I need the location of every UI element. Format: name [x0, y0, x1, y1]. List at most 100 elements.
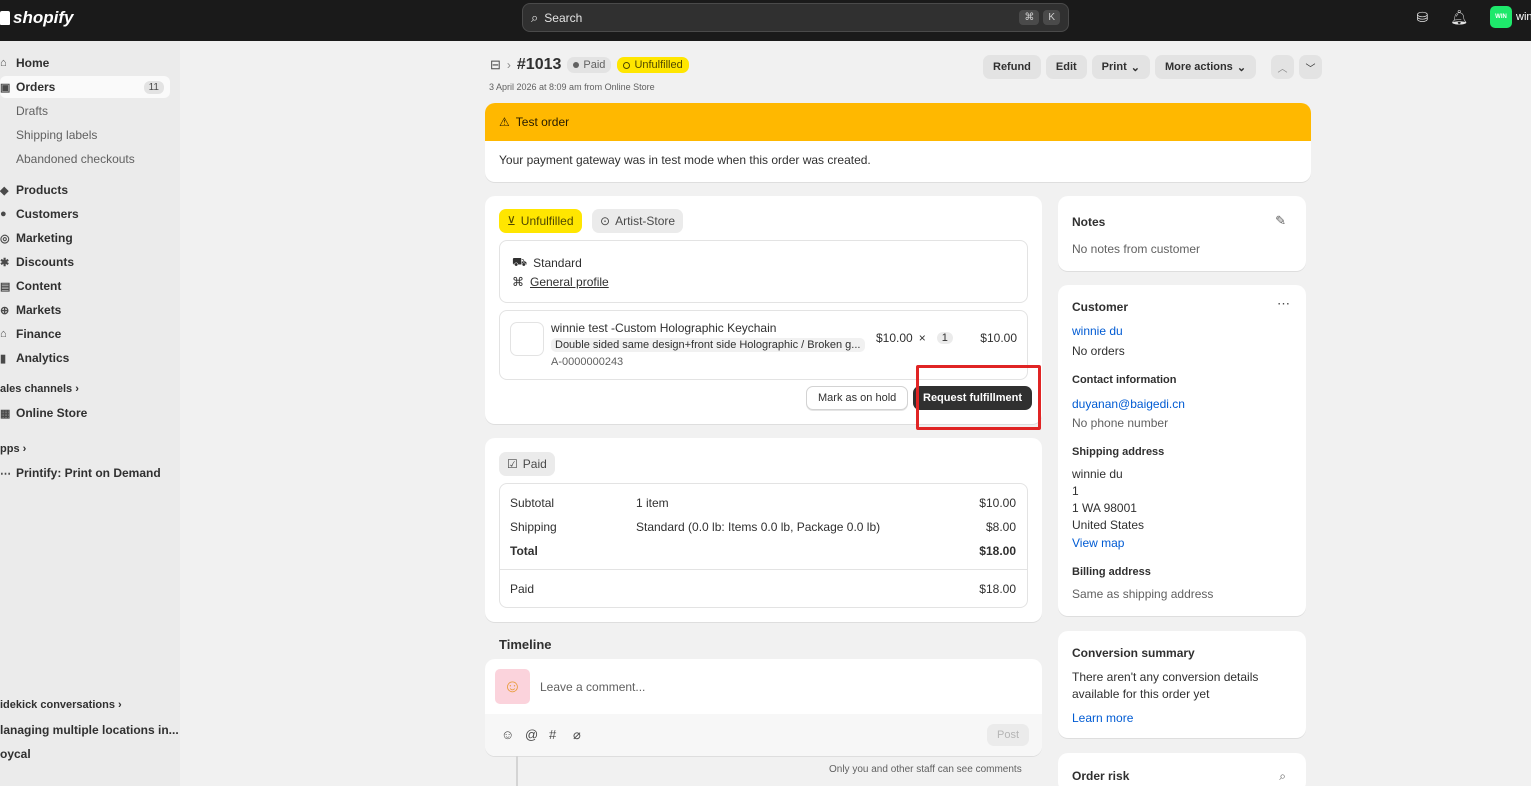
sidebar-item-markets[interactable]: ⊕ Markets	[0, 299, 170, 321]
general-profile-link[interactable]: General profile	[530, 275, 609, 289]
test-order-message: Your payment gateway was in test mode wh…	[499, 153, 871, 167]
shipping-value: $8.00	[985, 520, 1016, 534]
order-risk-card: Order risk ⌕	[1058, 753, 1306, 786]
post-button[interactable]: Post	[987, 724, 1030, 746]
sidebar-item-drafts[interactable]: Drafts	[0, 100, 170, 122]
sidekick-conversation-1[interactable]: lanaging multiple locations in...	[0, 723, 179, 737]
shipping-desc: Standard (0.0 lb: Items 0.0 lb, Package …	[636, 520, 881, 534]
sidebar-item-customers[interactable]: ● Customers	[0, 203, 170, 225]
risk-analysis-icon[interactable]: ⌕	[1279, 769, 1286, 784]
shopify-logo[interactable]: shopify	[0, 8, 73, 28]
sidekick-icon[interactable]: ⛁	[1416, 9, 1428, 26]
shipping-method-box: ⛟ Standard ⌘ General profile	[499, 240, 1028, 303]
more-actions-button[interactable]: More actions ⌄	[1154, 55, 1257, 79]
chevron-up-icon: ︿	[1277, 63, 1288, 75]
location-label: Artist-Store	[615, 214, 676, 228]
orders-icon: ▣	[0, 81, 11, 94]
chevron-down-icon: ⌄	[1130, 61, 1140, 74]
shipping-address-title: Shipping address	[1072, 446, 1165, 458]
timeline-line	[516, 756, 518, 786]
sidebar-item-finance[interactable]: ⌂ Finance	[0, 323, 170, 345]
shipping-profile-row: ⌘ General profile	[512, 275, 609, 289]
customer-name-link[interactable]: winnie du	[1072, 324, 1123, 338]
sidebar-item-label: Drafts	[16, 104, 49, 118]
timeline-title: Timeline	[499, 637, 552, 652]
test-order-title: Test order	[515, 115, 570, 129]
sidekick-conversation-2[interactable]: oycal	[0, 747, 31, 761]
emoji-icon[interactable]: ☺	[501, 727, 514, 742]
total-label: Total	[510, 544, 538, 558]
sidebar-item-label: Online Store	[16, 406, 88, 420]
tag-icon: ⌘	[512, 275, 524, 289]
sidebar-item-label: Printify: Print on Demand	[16, 466, 161, 480]
edit-pencil-icon[interactable]: ✎	[1275, 213, 1286, 229]
print-label: Print	[1101, 61, 1127, 73]
sidebar-item-printify[interactable]: ⋯ Printify: Print on Demand	[0, 462, 170, 484]
print-button[interactable]: Print ⌄	[1091, 55, 1150, 79]
unit-price: $10.00	[876, 331, 913, 345]
mention-icon[interactable]: @	[525, 727, 538, 742]
refund-button[interactable]: Refund	[983, 55, 1041, 79]
sidebar-item-discounts[interactable]: ✱ Discounts	[0, 251, 170, 273]
bank-icon: ⌂	[0, 328, 7, 340]
sidebar-item-label: Discounts	[16, 255, 75, 269]
notes-title: Notes	[1072, 215, 1106, 229]
sidekick-heading[interactable]: idekick conversations ›	[0, 699, 122, 711]
sidebar-item-label: Orders	[16, 80, 56, 94]
learn-more-link[interactable]: Learn more	[1072, 711, 1133, 725]
sidebar-item-content[interactable]: ▤ Content	[0, 275, 170, 297]
view-map-link[interactable]: View map	[1072, 536, 1124, 550]
avatar: WIN	[1490, 6, 1512, 28]
sidebar-item-abandoned-checkouts[interactable]: Abandoned checkouts	[0, 148, 170, 170]
sidebar-item-online-store[interactable]: ▦ Online Store	[0, 402, 170, 424]
customer-orders: No orders	[1072, 344, 1125, 358]
notes-text: No notes from customer	[1072, 242, 1201, 256]
conversion-text-2: available for this order yet	[1072, 687, 1210, 701]
hashtag-icon[interactable]: #	[549, 727, 556, 742]
globe-icon: ⊕	[0, 304, 10, 317]
sidebar-item-analytics[interactable]: ▮ Analytics	[0, 347, 170, 369]
hold-label: Mark as on hold	[818, 392, 897, 404]
apps-heading[interactable]: pps ›	[0, 443, 26, 455]
mark-on-hold-button[interactable]: Mark as on hold	[806, 386, 909, 410]
comment-input[interactable]: Leave a comment...	[540, 680, 645, 694]
sidebar-item-label: Shipping labels	[16, 128, 98, 142]
shipping-method-row: ⛟ Standard	[512, 255, 582, 271]
bell-icon[interactable]: 🔔︎	[1450, 9, 1468, 26]
product-thumbnail[interactable]	[510, 322, 544, 356]
sku-label: A-0000000243	[551, 356, 624, 368]
sales-channels-heading[interactable]: ales channels ›	[0, 383, 79, 395]
sidebar-item-orders[interactable]: ▣ Orders 11	[0, 76, 170, 98]
divider	[500, 569, 1027, 570]
top-bar: shopify ⌕ Search ⌘ K ⛁ 🔔︎ WIN winnie	[0, 0, 1531, 41]
payment-status-label: Paid	[522, 457, 547, 471]
search-input[interactable]: ⌕ Search ⌘ K	[522, 3, 1069, 32]
account-menu[interactable]: WIN winnie	[1490, 6, 1531, 28]
customer-email-link[interactable]: duyanan@baigedi.cn	[1072, 397, 1185, 411]
product-name-link[interactable]: winnie test -Custom Holographic Keychain	[551, 321, 776, 335]
breadcrumb-chevron-icon: ›	[506, 58, 511, 72]
sidebar-item-label: Abandoned checkouts	[16, 152, 135, 166]
contact-info-title: Contact information	[1072, 374, 1177, 386]
times-sign: ×	[918, 331, 926, 345]
fulfillment-icon: ⊻	[507, 214, 516, 228]
orders-back-icon[interactable]: ⊟	[490, 57, 501, 73]
payment-card: ☑ Paid Subtotal 1 item $10.00 Shipping S…	[485, 438, 1042, 622]
sidebar-item-marketing[interactable]: ◎ Marketing	[0, 227, 170, 249]
more-actions-label: More actions	[1164, 61, 1233, 73]
previous-order-button[interactable]: ︿	[1271, 55, 1295, 79]
orders-count-badge: 11	[143, 80, 164, 94]
unfulfilled-status-badge: Unfulfilled	[617, 57, 689, 73]
chevron-right-icon: ›	[75, 383, 79, 395]
more-options-icon[interactable]: ⋯	[1277, 296, 1290, 312]
next-order-button[interactable]: ﹀	[1299, 55, 1323, 79]
sidebar-item-home[interactable]: ⌂ Home	[0, 52, 170, 74]
paid-status-badge: Paid	[567, 57, 612, 73]
fulfillment-status-label: Unfulfilled	[520, 214, 574, 228]
attachment-icon[interactable]: ⌀	[573, 727, 581, 743]
sidebar-item-products[interactable]: ◆ Products	[0, 179, 170, 201]
discount-icon: ✱	[0, 256, 10, 269]
sidebar-item-shipping-labels[interactable]: Shipping labels	[0, 124, 170, 146]
subtotal-label: Subtotal	[510, 496, 555, 510]
edit-button[interactable]: Edit	[1045, 55, 1087, 79]
